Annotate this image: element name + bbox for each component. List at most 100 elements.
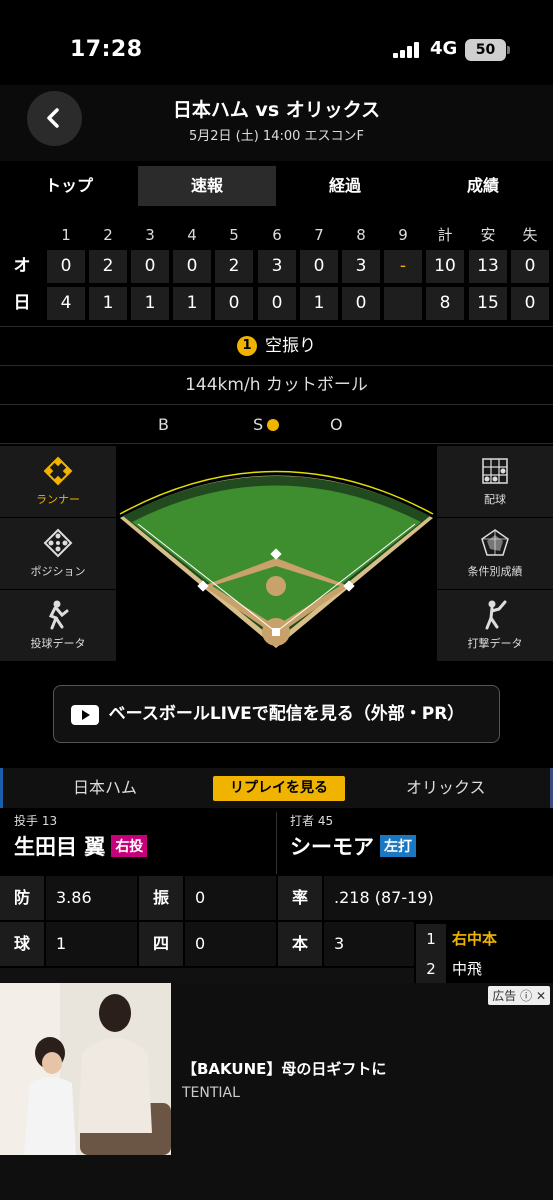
scoreboard-cell: 3 — [342, 250, 380, 283]
scoreboard-row-home: 日 4 1 1 1 0 0 1 0 8 15 0 — [0, 287, 553, 324]
grid-icon — [482, 458, 508, 484]
tab-progress[interactable]: 経過 — [276, 166, 414, 206]
scoreboard-column-header: 9 — [398, 226, 408, 244]
divider — [0, 443, 553, 444]
scoreboard-cell: 0 — [215, 287, 253, 320]
scoreboard-cell: 15 — [469, 287, 507, 320]
stat-label: 振 — [139, 876, 183, 920]
field-panel: ランナー ポジション 投球データ 配球 条件別成績 打撃データ — [0, 446, 553, 661]
pitcher-role: 投手 13 — [14, 814, 58, 828]
away-team-tab[interactable]: オリックス — [406, 768, 486, 808]
scoreboard-cell: 1 — [89, 287, 127, 320]
scoreboard-row-away: オ 0 2 0 0 2 3 0 3-10 13 0 — [0, 250, 553, 287]
battery-icon: 50 — [465, 39, 510, 61]
stat-label: 防 — [0, 876, 44, 920]
scoreboard-column-header: 安 — [480, 226, 496, 244]
position-icon — [43, 528, 73, 558]
at-bat-item[interactable]: 1 右中本 — [416, 924, 497, 954]
bat-data-button[interactable]: 打撃データ — [437, 590, 553, 661]
scoreboard-column-header: 1 — [61, 226, 71, 244]
bat-data-label: 打撃データ — [467, 637, 523, 650]
pitch-chart-button[interactable]: 配球 — [437, 446, 553, 517]
scoreboard-cell — [384, 287, 422, 320]
strike-dot — [267, 419, 280, 431]
ad-label-text: 広告 — [492, 989, 517, 1003]
replay-button[interactable]: リプレイを見る — [213, 776, 345, 801]
pitch-count-badge: 1 — [237, 336, 257, 356]
scoreboard-column-header: 計 — [437, 226, 453, 244]
ad-banner[interactable]: 【BAKUNE】母の日ギフトに TENTIAL 広告 ⓘ ✕ — [0, 983, 553, 1200]
at-bat-item[interactable]: 2 中飛 — [416, 954, 482, 984]
at-bat-number: 2 — [416, 954, 446, 984]
at-bat-result: 右中本 — [452, 930, 498, 948]
play-icon — [71, 705, 99, 725]
bso-count: B S O — [0, 405, 553, 443]
ball-label: B — [158, 415, 169, 434]
divider — [276, 812, 277, 874]
pitch-speed-type: 144km/h カットボール — [185, 375, 368, 395]
scoreboard-cell: 0 — [131, 250, 169, 283]
pitcher-card[interactable]: 投手 13 生田目 翼右投 — [14, 812, 148, 874]
conditional-stats-button[interactable]: 条件別成績 — [437, 518, 553, 589]
strike-indicator: S — [253, 415, 280, 434]
status-time: 17:28 — [70, 37, 143, 62]
scoreboard-cell: 2 — [215, 250, 253, 283]
scoreboard-cell: 13 — [469, 250, 507, 283]
tab-stats[interactable]: 成績 — [414, 166, 552, 206]
ad-label[interactable]: 広告 ⓘ ✕ — [488, 986, 550, 1005]
stat-value: 0 — [185, 876, 276, 920]
ad-title: 【BAKUNE】母の日ギフトに — [182, 1060, 387, 1078]
scoreboard-cell: 2 — [89, 250, 127, 283]
scoreboard-cell: - — [384, 250, 422, 283]
pitch-chart-label: 配球 — [484, 493, 506, 506]
game-header: 日本ハム vs オリックス 5月2日 (土) 14:00 エスコンF — [0, 85, 553, 161]
batter-hand-badge: 左打 — [380, 835, 416, 857]
pitch-data-button[interactable]: 投球データ — [0, 590, 116, 661]
stat-label: 四 — [139, 922, 183, 966]
scoreboard-column-header: 失 — [522, 226, 538, 244]
tab-top[interactable]: トップ — [0, 166, 138, 206]
pitch-result: 1 空振り — [0, 327, 553, 365]
scoreboard-cell: 10 — [426, 250, 464, 283]
scoreboard-cell: 1 — [173, 287, 211, 320]
scoreboard: 123456789計安失 オ 0 2 0 0 2 3 0 3-10 13 0 日4111001081… — [0, 220, 553, 324]
network-label: 4G — [430, 38, 458, 59]
scoreboard-column-header: 2 — [103, 226, 113, 244]
live-stream-button[interactable]: ベースボールLIVEで配信を見る（外部・PR） — [53, 685, 500, 743]
batter-icon — [485, 600, 507, 630]
live-stream-label: ベースボールLIVEで配信を見る（外部・PR） — [108, 704, 465, 724]
runner-label: ランナー — [36, 493, 80, 506]
tab-live[interactable]: 速報 — [138, 166, 276, 206]
strike-label: S — [253, 415, 264, 434]
stat-value: 3 — [324, 922, 414, 966]
scoreboard-cell: 1 — [300, 287, 338, 320]
batter-card[interactable]: 打者 45 シーモア 左打 — [290, 812, 416, 874]
scoreboard-column-header: 8 — [356, 226, 366, 244]
scoreboard-column-header: 5 — [229, 226, 239, 244]
batter-role: 打者 45 — [290, 814, 334, 828]
scoreboard-column-header: 4 — [187, 226, 197, 244]
scoreboard-header: 1 2 3 4 5 6 7 8 9 計 安 失 — [0, 220, 553, 250]
batter-name: シーモア — [290, 835, 374, 859]
stat-label: 球 — [0, 922, 44, 966]
scoreboard-team: オ — [13, 256, 31, 276]
home-team-tab[interactable]: 日本ハム — [73, 768, 137, 808]
ad-image — [0, 983, 171, 1155]
pitch-data-label: 投球データ — [30, 637, 86, 650]
conditional-stats-label: 条件別成績 — [467, 565, 523, 578]
stat-value: 1 — [46, 922, 137, 966]
game-subtitle: 5月2日 (土) 14:00 エスコンF — [188, 129, 365, 144]
scoreboard-cell: 0 — [511, 250, 549, 283]
scoreboard-cell: 1 — [131, 287, 169, 320]
scoreboard-cell: 0 — [258, 287, 296, 320]
scoreboard-team: 日 — [13, 293, 31, 313]
pitcher-name: 生田目 翼 — [14, 835, 106, 859]
page-title: 日本ハム vs オリックス — [172, 99, 381, 121]
scoreboard-column-header: 7 — [314, 226, 324, 244]
runner-button[interactable]: ランナー — [0, 446, 116, 517]
position-button[interactable]: ポジション — [0, 518, 116, 589]
scoreboard-cell: 0 — [342, 287, 380, 320]
signal-icon — [393, 42, 423, 58]
stat-row-partial — [0, 968, 414, 983]
at-bat-result: 中飛 — [452, 960, 483, 978]
